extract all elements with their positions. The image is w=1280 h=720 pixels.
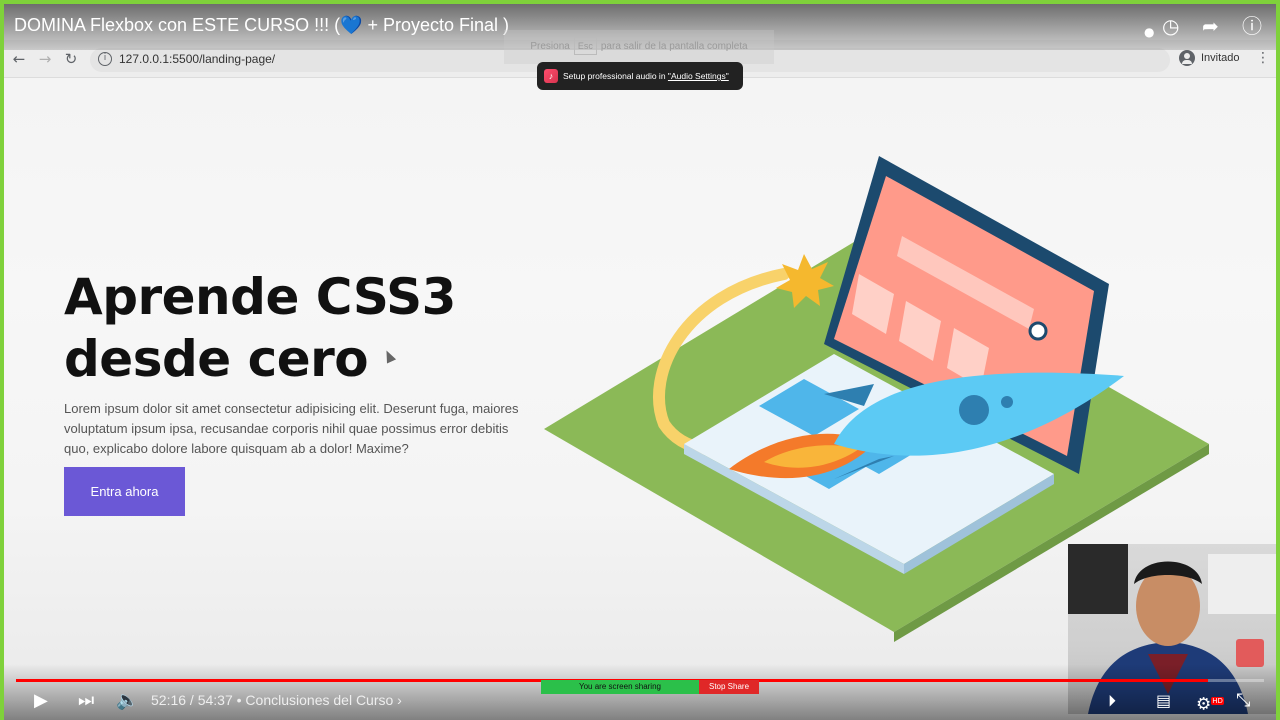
reload-icon[interactable]: ↻	[62, 50, 80, 68]
hero-title-line1: Aprende CSS3	[64, 268, 456, 326]
profile-label: Invitado	[1201, 51, 1240, 64]
back-icon[interactable]: ←	[10, 50, 28, 68]
toast-text: Setup professional audio in	[563, 71, 666, 81]
subtitles-icon[interactable]: ▤	[1156, 690, 1171, 712]
stop-share-button[interactable]: Stop Share	[699, 680, 759, 694]
time-display: 52:16 / 54:37 • Conclusiones del Curso ›	[151, 692, 402, 708]
exit-fullscreen-icon[interactable]: ⤡	[1236, 690, 1250, 712]
rocket-window	[959, 395, 989, 425]
share-icon[interactable]: ➦	[1202, 14, 1219, 38]
settings-icon[interactable]: ⚙HD	[1196, 690, 1224, 716]
autoplay-toggle-icon[interactable]: ⏵	[1108, 690, 1116, 712]
enter-now-button[interactable]: Entra ahora	[64, 467, 185, 516]
rocket-window	[1001, 396, 1013, 408]
video-frame: ← → ↻ i 127.0.0.1:5500/landing-page/ Inv…	[4, 4, 1276, 720]
hero-title: Aprende CSS3 desde cero	[64, 266, 456, 390]
next-icon[interactable]: ⏭	[78, 690, 94, 712]
volume-icon[interactable]: 🔈	[116, 690, 138, 712]
audio-settings-link[interactable]: "Audio Settings"	[668, 71, 729, 81]
audio-settings-toast: ♪ Setup professional audio in "Audio Set…	[537, 62, 743, 90]
hero-description: Lorem ipsum dolor sit amet consectetur a…	[64, 401, 519, 456]
fullscreen-hint-before: Presiona	[530, 41, 570, 52]
time-value: 52:16 / 54:37	[151, 692, 233, 708]
fullscreen-hint: Presiona Esc para salir de la pantalla com…	[504, 30, 774, 64]
info-icon[interactable]: i	[98, 52, 112, 66]
esc-key: Esc	[573, 37, 597, 55]
search-icon	[1028, 321, 1048, 341]
url-text: 127.0.0.1:5500/landing-page/	[119, 52, 276, 66]
forward-icon[interactable]: →	[36, 50, 54, 68]
screen-sharing-indicator: You are screen sharing	[541, 680, 699, 694]
video-title[interactable]: DOMINA Flexbox con ESTE CURSO !!! (💙 + P…	[14, 15, 509, 36]
hero-title-line2: desde cero	[64, 330, 369, 388]
avatar-icon[interactable]: ●	[1144, 20, 1154, 44]
profile-icon	[1179, 50, 1195, 66]
menu-icon[interactable]: ⋮	[1256, 50, 1270, 66]
play-icon[interactable]: ▶	[34, 690, 48, 712]
chapter-link[interactable]: • Conclusiones del Curso ›	[237, 692, 402, 708]
clock-icon[interactable]: ◷	[1162, 14, 1179, 38]
profile-button[interactable]: Invitado	[1179, 50, 1240, 68]
fullscreen-hint-after: para salir de la pantalla completa	[600, 41, 748, 52]
music-note-icon: ♪	[544, 69, 558, 83]
hd-badge: HD	[1211, 697, 1224, 705]
info-circle-icon[interactable]: ⓘ	[1242, 14, 1262, 38]
